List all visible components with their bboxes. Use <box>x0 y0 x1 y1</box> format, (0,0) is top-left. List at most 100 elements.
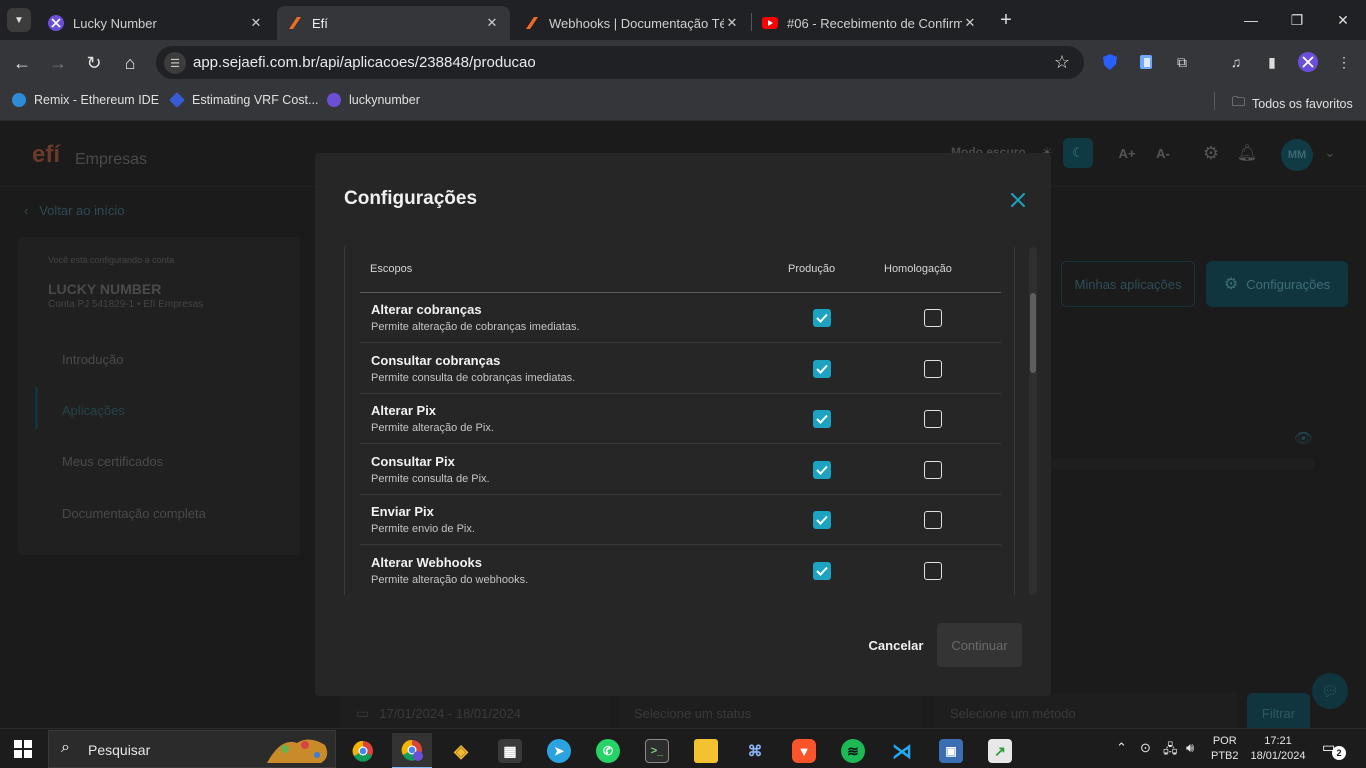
homologation-checkbox[interactable] <box>924 410 942 428</box>
efi-logo[interactable]: efí <box>32 141 60 169</box>
taskbar-terminal[interactable]: >_ <box>637 733 677 768</box>
side-panel-icon[interactable]: ▮ <box>1262 52 1282 72</box>
font-increase-button[interactable]: A+ <box>1112 138 1142 168</box>
home-icon[interactable]: ⌂ <box>116 49 144 77</box>
close-icon[interactable] <box>1007 189 1029 211</box>
moon-icon[interactable]: ☾ <box>1063 138 1093 168</box>
my-apps-button[interactable]: Minhas aplicações <box>1061 261 1195 307</box>
production-checkbox[interactable] <box>813 461 831 479</box>
tab-title: Webhooks | Documentação Téc <box>549 15 724 31</box>
sidebar-item-aplicacoes[interactable]: Aplicações <box>62 403 125 418</box>
homologation-checkbox[interactable] <box>924 360 942 378</box>
bookmark-remix[interactable]: Remix - Ethereum IDE <box>12 93 159 107</box>
taskbar-chrome[interactable] <box>343 733 383 768</box>
sidebar-item-documentacao[interactable]: Documentação completa <box>62 506 206 521</box>
clock-time: 17:21 <box>1264 735 1292 747</box>
bookmark-star-icon[interactable]: ☆ <box>1054 52 1070 73</box>
method-select[interactable]: Selecione um método <box>934 693 1238 728</box>
tab-youtube[interactable]: #06 - Recebimento de Confirma ✕ <box>752 6 988 40</box>
date-range-field[interactable]: ▭ 17/01/2024 - 18/01/2024 <box>340 693 610 728</box>
close-window-button[interactable]: ✕ <box>1320 6 1366 34</box>
taskbar-spotify[interactable]: ≋ <box>833 733 873 768</box>
filter-button[interactable]: Filtrar <box>1247 693 1310 728</box>
production-checkbox[interactable] <box>813 511 831 529</box>
scrollbar[interactable] <box>1029 247 1037 595</box>
close-tab-icon[interactable]: ✕ <box>724 15 740 31</box>
efi-favicon <box>287 15 303 31</box>
taskbar-search[interactable]: ⌕ Pesquisar <box>48 730 336 768</box>
maximize-button[interactable]: ❐ <box>1274 6 1320 34</box>
media-control-icon[interactable]: ♫ <box>1226 52 1246 72</box>
production-checkbox[interactable] <box>813 360 831 378</box>
taskbar-task-manager[interactable]: ↗ <box>980 733 1020 768</box>
taskbar-telegram[interactable]: ➤ <box>539 733 579 768</box>
tab-search-button[interactable]: ▼ <box>7 8 31 32</box>
cancel-button[interactable]: Cancelar <box>861 625 931 665</box>
production-checkbox[interactable] <box>813 562 831 580</box>
production-checkbox[interactable] <box>813 309 831 327</box>
close-tab-icon[interactable]: ✕ <box>484 15 500 31</box>
font-decrease-button[interactable]: A- <box>1148 138 1178 168</box>
language-indicator[interactable]: POR PTB2 <box>1211 734 1239 764</box>
camera-icon[interactable]: ⊙ <box>1140 740 1151 756</box>
close-tab-icon[interactable]: ✕ <box>248 15 264 31</box>
production-checkbox[interactable] <box>813 410 831 428</box>
shield-extension-icon[interactable] <box>1100 52 1120 72</box>
tab-lucky-number[interactable]: Lucky Number ✕ <box>38 6 274 40</box>
new-tab-button[interactable]: + <box>994 9 1018 33</box>
back-link[interactable]: ‹ Voltar ao início <box>24 203 124 218</box>
site-info-icon[interactable]: ☰ <box>164 52 186 74</box>
avatar[interactable]: MM <box>1281 139 1313 171</box>
chat-icon[interactable]: 💬︎ <box>1312 673 1348 709</box>
bell-icon[interactable]: 🔔︎ <box>1232 138 1262 168</box>
homologation-checkbox[interactable] <box>924 309 942 327</box>
profile-avatar-icon[interactable] <box>1298 52 1318 72</box>
taskbar-whatsapp[interactable]: ✆ <box>588 733 628 768</box>
bookmark-vrf[interactable]: Estimating VRF Cost... <box>169 92 318 108</box>
close-tab-icon[interactable]: ✕ <box>962 15 978 31</box>
sidebar-item-certificados[interactable]: Meus certificados <box>62 454 163 469</box>
taskbar-chrome-profile[interactable] <box>392 733 432 768</box>
taskbar-network[interactable]: ⌘ <box>735 733 775 768</box>
reload-icon[interactable]: ↻ <box>80 49 108 77</box>
taskbar-file-explorer[interactable] <box>686 733 726 768</box>
all-bookmarks-folder[interactable]: 🗀 Todos os favoritos <box>1232 93 1353 115</box>
column-header-scopes: Escopos <box>370 263 413 275</box>
extensions-puzzle-icon[interactable]: ⧉ <box>1172 52 1192 72</box>
browser-menu-icon[interactable]: ⋮ <box>1334 52 1354 72</box>
taskbar-calculator[interactable]: ▦ <box>490 733 530 768</box>
address-bar[interactable]: ☰ app.sejaefi.com.br/api/aplicacoes/2388… <box>156 46 1084 79</box>
windows-start-icon[interactable] <box>14 740 32 758</box>
notification-center-icon[interactable]: ▭ 2 <box>1322 739 1346 760</box>
eye-icon[interactable]: 👁︎ <box>1294 429 1313 447</box>
homologation-checkbox[interactable] <box>924 461 942 479</box>
tab-webhooks-docs[interactable]: Webhooks | Documentação Téc ✕ <box>514 6 750 40</box>
settings-button[interactable]: ⚙ Configurações <box>1206 261 1348 307</box>
taskbar-brave[interactable]: ▼ <box>784 733 824 768</box>
clock[interactable]: 17:21 18/01/2024 <box>1247 734 1309 764</box>
forward-arrow-icon[interactable]: → <box>44 49 72 77</box>
bookmarks-bar: Remix - Ethereum IDE Estimating VRF Cost… <box>0 85 1366 121</box>
homologation-checkbox[interactable] <box>924 511 942 529</box>
minimize-button[interactable]: — <box>1228 6 1274 34</box>
taskbar-remote-desktop[interactable]: ▣ <box>931 733 971 768</box>
tab-efi[interactable]: Efí ✕ <box>277 6 510 40</box>
gear-icon[interactable]: ⚙ <box>1196 138 1226 168</box>
taskbar-vscode[interactable]: ⋊ <box>882 733 922 768</box>
chevron-down-icon[interactable]: ⌄ <box>1315 138 1345 168</box>
volume-icon[interactable]: 🔊︎ <box>1186 740 1194 756</box>
url-text[interactable]: app.sejaefi.com.br/api/aplicacoes/238848… <box>193 54 536 71</box>
document-extension-icon[interactable] <box>1136 52 1156 72</box>
status-select[interactable]: Selecione um status <box>618 693 922 728</box>
continue-button[interactable]: Continuar <box>937 623 1022 667</box>
scrollbar-thumb[interactable] <box>1030 293 1036 373</box>
bookmark-luckynumber[interactable]: luckynumber <box>327 93 420 107</box>
sidebar-item-introducao[interactable]: Introdução <box>62 352 123 367</box>
back-arrow-icon[interactable]: ← <box>8 49 36 77</box>
network-status-icon[interactable]: 🖧︎ <box>1163 740 1178 762</box>
scope-description: Permite consulta de Pix. <box>371 473 490 485</box>
taskbar-binance[interactable]: ◈ <box>441 733 481 768</box>
homologation-checkbox[interactable] <box>924 562 942 580</box>
chevron-up-icon[interactable]: ⌃ <box>1116 740 1127 756</box>
bookmark-label: Todos os favoritos <box>1252 97 1353 111</box>
